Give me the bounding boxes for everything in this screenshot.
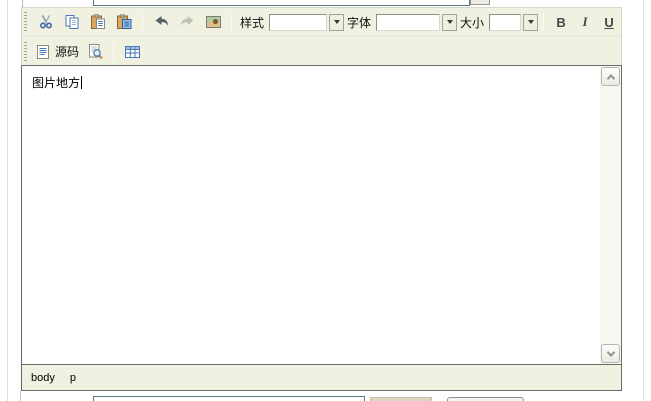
- element-path-p[interactable]: p: [70, 372, 76, 384]
- table-grid-icon: [124, 45, 140, 58]
- clipboard-paste-icon: [91, 14, 105, 29]
- page-background: 样式 字体 大小 B I U 源码 图片地方 body p: [0, 0, 651, 401]
- page-left-rule: [7, 0, 8, 401]
- toolbar-separator: [142, 13, 143, 31]
- element-path-bar: body p: [21, 365, 622, 391]
- copy-button[interactable]: [59, 10, 85, 34]
- cropped-input-below[interactable]: [93, 396, 365, 401]
- cropped-line-bottom: [20, 391, 21, 401]
- insert-image-button[interactable]: [200, 10, 226, 34]
- chevron-down-icon: [446, 20, 453, 24]
- font-combo-label: 字体: [347, 15, 372, 30]
- toolbar-drag-handle[interactable]: [24, 12, 27, 32]
- text-caret: [81, 76, 83, 89]
- editable-document[interactable]: 图片地方: [22, 66, 600, 364]
- rich-text-editor: 样式 字体 大小 B I U 源码 图片地方 body p: [21, 7, 622, 391]
- undo-button[interactable]: [148, 10, 174, 34]
- font-combo: [376, 13, 458, 31]
- italic-button[interactable]: I: [573, 14, 597, 30]
- scissors-icon: [39, 15, 53, 29]
- cropped-box-below[interactable]: [370, 397, 432, 401]
- picture-icon: [205, 16, 221, 28]
- style-combo: [269, 13, 345, 31]
- bold-button[interactable]: B: [549, 15, 573, 30]
- style-combo-field[interactable]: [269, 13, 328, 31]
- document-code-icon: [37, 44, 49, 59]
- size-combo-arrow-button[interactable]: [523, 13, 539, 31]
- font-combo-field[interactable]: [376, 13, 441, 31]
- editing-area: 图片地方: [21, 65, 622, 365]
- paste-button[interactable]: [85, 10, 111, 34]
- underline-button[interactable]: U: [597, 15, 621, 30]
- cut-button[interactable]: [33, 10, 59, 34]
- chevron-down-icon: [333, 20, 340, 24]
- clipboard-paste-word-icon: [117, 14, 132, 29]
- cropped-input-above[interactable]: [93, 0, 470, 6]
- chevron-down-icon: [606, 347, 615, 357]
- page-right-rule: [643, 0, 644, 401]
- curved-arrow-right-icon: [180, 16, 193, 26]
- cropped-line-top: [22, 0, 23, 7]
- scroll-down-button[interactable]: [601, 344, 620, 363]
- document-text: 图片地方: [32, 76, 81, 90]
- font-combo-arrow-button[interactable]: [442, 13, 458, 31]
- editor-toolbar: 样式 字体 大小 B I U 源码: [21, 7, 622, 65]
- toolbar-row-1: 样式 字体 大小 B I U: [22, 8, 621, 37]
- size-combo: [489, 13, 539, 31]
- curved-arrow-left-icon: [155, 16, 168, 26]
- chevron-up-icon: [606, 73, 615, 83]
- element-path-body[interactable]: body: [31, 372, 55, 384]
- toolbar-row-2: 源码: [22, 37, 621, 65]
- style-combo-label: 样式: [240, 15, 265, 30]
- preview-button[interactable]: [82, 40, 108, 64]
- style-combo-arrow-button[interactable]: [329, 13, 345, 31]
- size-combo-label: 大小: [460, 15, 485, 30]
- source-button-label: 源码: [55, 45, 80, 59]
- cropped-button-below[interactable]: [447, 397, 524, 401]
- insert-table-button[interactable]: [119, 40, 145, 64]
- redo-button[interactable]: [174, 10, 200, 34]
- chevron-down-icon: [527, 20, 534, 24]
- page-magnifier-icon: [88, 44, 103, 59]
- source-button[interactable]: 源码: [36, 43, 79, 60]
- size-combo-field[interactable]: [489, 13, 522, 31]
- toolbar-drag-handle[interactable]: [24, 41, 27, 62]
- toolbar-separator: [231, 13, 232, 31]
- toolbar-separator: [113, 42, 115, 61]
- vertical-scrollbar[interactable]: [600, 66, 621, 364]
- scroll-up-button[interactable]: [601, 67, 620, 86]
- toolbar-separator: [543, 13, 545, 31]
- paste-from-word-button[interactable]: [111, 10, 137, 34]
- cropped-spinner-above[interactable]: [470, 0, 490, 5]
- copy-pages-icon: [65, 15, 79, 29]
